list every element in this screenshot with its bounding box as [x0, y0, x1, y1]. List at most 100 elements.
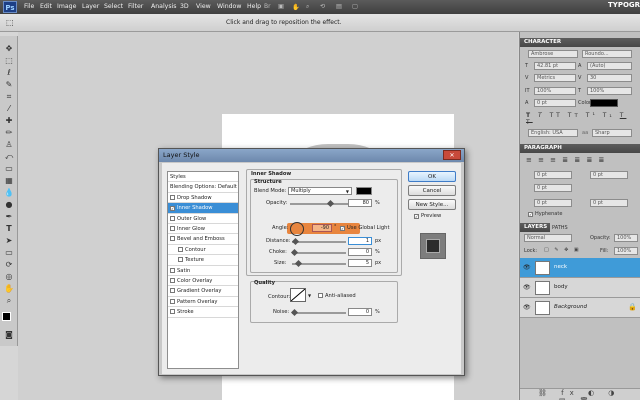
layer-opacity-field[interactable]: 100%	[614, 234, 638, 242]
tab-paths[interactable]: PATHS	[552, 225, 568, 231]
size-field[interactable]: 5	[348, 259, 372, 267]
language-select[interactable]: English: USA	[528, 129, 578, 137]
antialiased-checkbox[interactable]: Anti-aliased	[318, 293, 356, 299]
style-item-contour[interactable]: Contour	[168, 245, 238, 256]
lock-buttons[interactable]: □ ✎ ✥ ▣	[544, 247, 581, 253]
indent-right-field[interactable]: 0 pt	[590, 171, 628, 179]
3d-rotate-tool-icon[interactable]: ⟳	[3, 260, 15, 270]
menu-view[interactable]: View	[196, 3, 211, 10]
healing-brush-tool-icon[interactable]: ✚	[3, 116, 15, 126]
leading-field[interactable]: (Auto)	[587, 62, 632, 70]
visibility-eye-icon[interactable]: 👁	[523, 284, 531, 291]
style-item-satin[interactable]: Satin	[168, 266, 238, 276]
blur-tool-icon[interactable]: 💧	[3, 188, 15, 198]
rotate-view-icon[interactable]: ⟲	[320, 3, 325, 10]
blend-mode-select[interactable]: Multiply ▼	[288, 187, 352, 195]
vertical-scale-field[interactable]: 100%	[534, 87, 576, 95]
hyphenate-checkbox[interactable]: ✓ Hyphenate	[528, 211, 562, 217]
chevron-down-icon[interactable]: ▼	[308, 293, 311, 298]
paragraph-panel-title[interactable]: PARAGRAPH	[520, 144, 640, 153]
pen-tool-icon[interactable]: ✒	[3, 212, 15, 222]
fill-field[interactable]: 100%	[614, 247, 638, 255]
eraser-tool-icon[interactable]: ▭	[3, 164, 15, 174]
shadow-color-swatch[interactable]	[356, 187, 372, 195]
crop-tool-icon[interactable]: ⌗	[3, 92, 15, 102]
workspace-switcher[interactable]: TYPOGRAPHY	[608, 1, 640, 9]
style-checkbox[interactable]: ✓	[170, 206, 175, 212]
distance-field[interactable]: 1	[348, 237, 372, 245]
menu-analysis[interactable]: Analysis	[151, 3, 177, 10]
gradient-tool-icon[interactable]: ▦	[3, 176, 15, 186]
cancel-button[interactable]: Cancel	[408, 185, 456, 196]
visibility-eye-icon[interactable]: 👁	[523, 304, 531, 311]
character-panel-title[interactable]: CHARACTER	[520, 38, 640, 47]
menu-help[interactable]: Help	[247, 3, 261, 10]
menu-image[interactable]: Image	[57, 3, 76, 10]
tool-preset-icon[interactable]: ⬚	[6, 18, 14, 27]
style-item-outer-glow[interactable]: Outer Glow	[168, 214, 238, 224]
menu-edit[interactable]: Edit	[40, 3, 52, 10]
style-item-stroke[interactable]: Stroke	[168, 307, 238, 318]
hand-icon[interactable]: ✋	[292, 3, 300, 11]
indent-left-field[interactable]: 0 pt	[534, 171, 572, 179]
layer-row-neck[interactable]: 👁 neck	[520, 258, 640, 278]
tab-layers[interactable]: LAYERS	[520, 223, 550, 232]
layer-row-body[interactable]: 👁 body	[520, 278, 640, 298]
menu-3d[interactable]: 3D	[180, 3, 189, 10]
menu-layer[interactable]: Layer	[82, 3, 99, 10]
layer-row-background[interactable]: 👁 Background 🔒	[520, 298, 640, 318]
lasso-tool-icon[interactable]: ℓ	[3, 68, 15, 78]
layer-blend-mode-select[interactable]: Normal	[524, 234, 572, 242]
antialias-select[interactable]: Sharp	[592, 129, 632, 137]
menu-window[interactable]: Window	[217, 3, 241, 10]
font-size-field[interactable]: 42.81 pt	[534, 62, 576, 70]
style-checkbox[interactable]	[170, 226, 175, 231]
horizontal-scale-field[interactable]: 100%	[587, 87, 632, 95]
style-checkbox[interactable]	[170, 309, 175, 315]
bridge-icon[interactable]: Br	[264, 3, 271, 10]
noise-field[interactable]: 0	[348, 308, 372, 316]
indent-first-line-field[interactable]: 0 pt	[534, 184, 572, 192]
font-family-select[interactable]: Ambrose	[528, 50, 578, 58]
style-item-pattern-overlay[interactable]: Pattern Overlay	[168, 297, 238, 308]
visibility-eye-icon[interactable]: 👁	[523, 264, 531, 271]
text-style-buttons[interactable]: T T TT Tт T¹ T₁ T T	[526, 112, 634, 126]
hand-tool-icon[interactable]: ✋	[3, 284, 15, 294]
space-before-field[interactable]: 0 pt	[534, 199, 572, 207]
angle-field[interactable]: -90	[312, 224, 332, 232]
kerning-field[interactable]: Metrics	[534, 74, 576, 82]
choke-field[interactable]: 0	[348, 248, 372, 256]
opacity-slider[interactable]	[290, 203, 350, 205]
shape-tool-icon[interactable]: ▭	[3, 248, 15, 258]
quick-select-tool-icon[interactable]: ✎	[3, 80, 15, 90]
move-tool-icon[interactable]: ✥	[3, 44, 15, 54]
style-checkbox[interactable]	[170, 215, 175, 221]
choke-slider[interactable]	[292, 252, 346, 254]
3d-orbit-tool-icon[interactable]: ◎	[3, 272, 15, 282]
style-item-blending-options-default[interactable]: Blending Options: Default	[168, 182, 238, 193]
eyedropper-tool-icon[interactable]: ⁄	[3, 104, 15, 114]
arrange-documents-icon[interactable]: ▤	[336, 3, 342, 10]
opacity-field[interactable]: 80	[348, 199, 372, 207]
style-checkbox[interactable]	[178, 246, 183, 252]
style-checkbox[interactable]	[178, 257, 183, 263]
baseline-shift-field[interactable]: 0 pt	[534, 99, 576, 107]
path-selection-tool-icon[interactable]: ➤	[3, 236, 15, 246]
marquee-tool-icon[interactable]: ⬚	[3, 56, 15, 66]
menu-select[interactable]: Select	[104, 3, 123, 10]
style-item-styles[interactable]: Styles	[168, 172, 238, 183]
style-item-inner-glow[interactable]: Inner Glow	[168, 224, 238, 235]
dodge-tool-icon[interactable]: ●	[3, 200, 15, 210]
style-item-inner-shadow[interactable]: ✓ Inner Shadow	[168, 203, 238, 214]
menu-file[interactable]: File	[24, 3, 34, 10]
paragraph-align-buttons[interactable]: ≡ ≡ ≡ ≣ ≣ ≣ ≣	[526, 156, 634, 164]
preview-checkbox[interactable]: ✓ Preview	[414, 213, 441, 219]
style-item-texture[interactable]: Texture	[168, 255, 238, 266]
layers-bottom-toolbar[interactable]: ⛓ fx ◐ ◑ ▭ ▤ 🗑	[520, 388, 640, 400]
menu-filter[interactable]: Filter	[128, 3, 143, 10]
screen-mode-icon[interactable]: ▢	[352, 3, 358, 10]
contour-picker[interactable]	[290, 288, 306, 302]
close-icon[interactable]: ✕	[443, 150, 461, 160]
space-after-field[interactable]: 0 pt	[590, 199, 628, 207]
dialog-title[interactable]: Layer Style	[159, 149, 464, 162]
